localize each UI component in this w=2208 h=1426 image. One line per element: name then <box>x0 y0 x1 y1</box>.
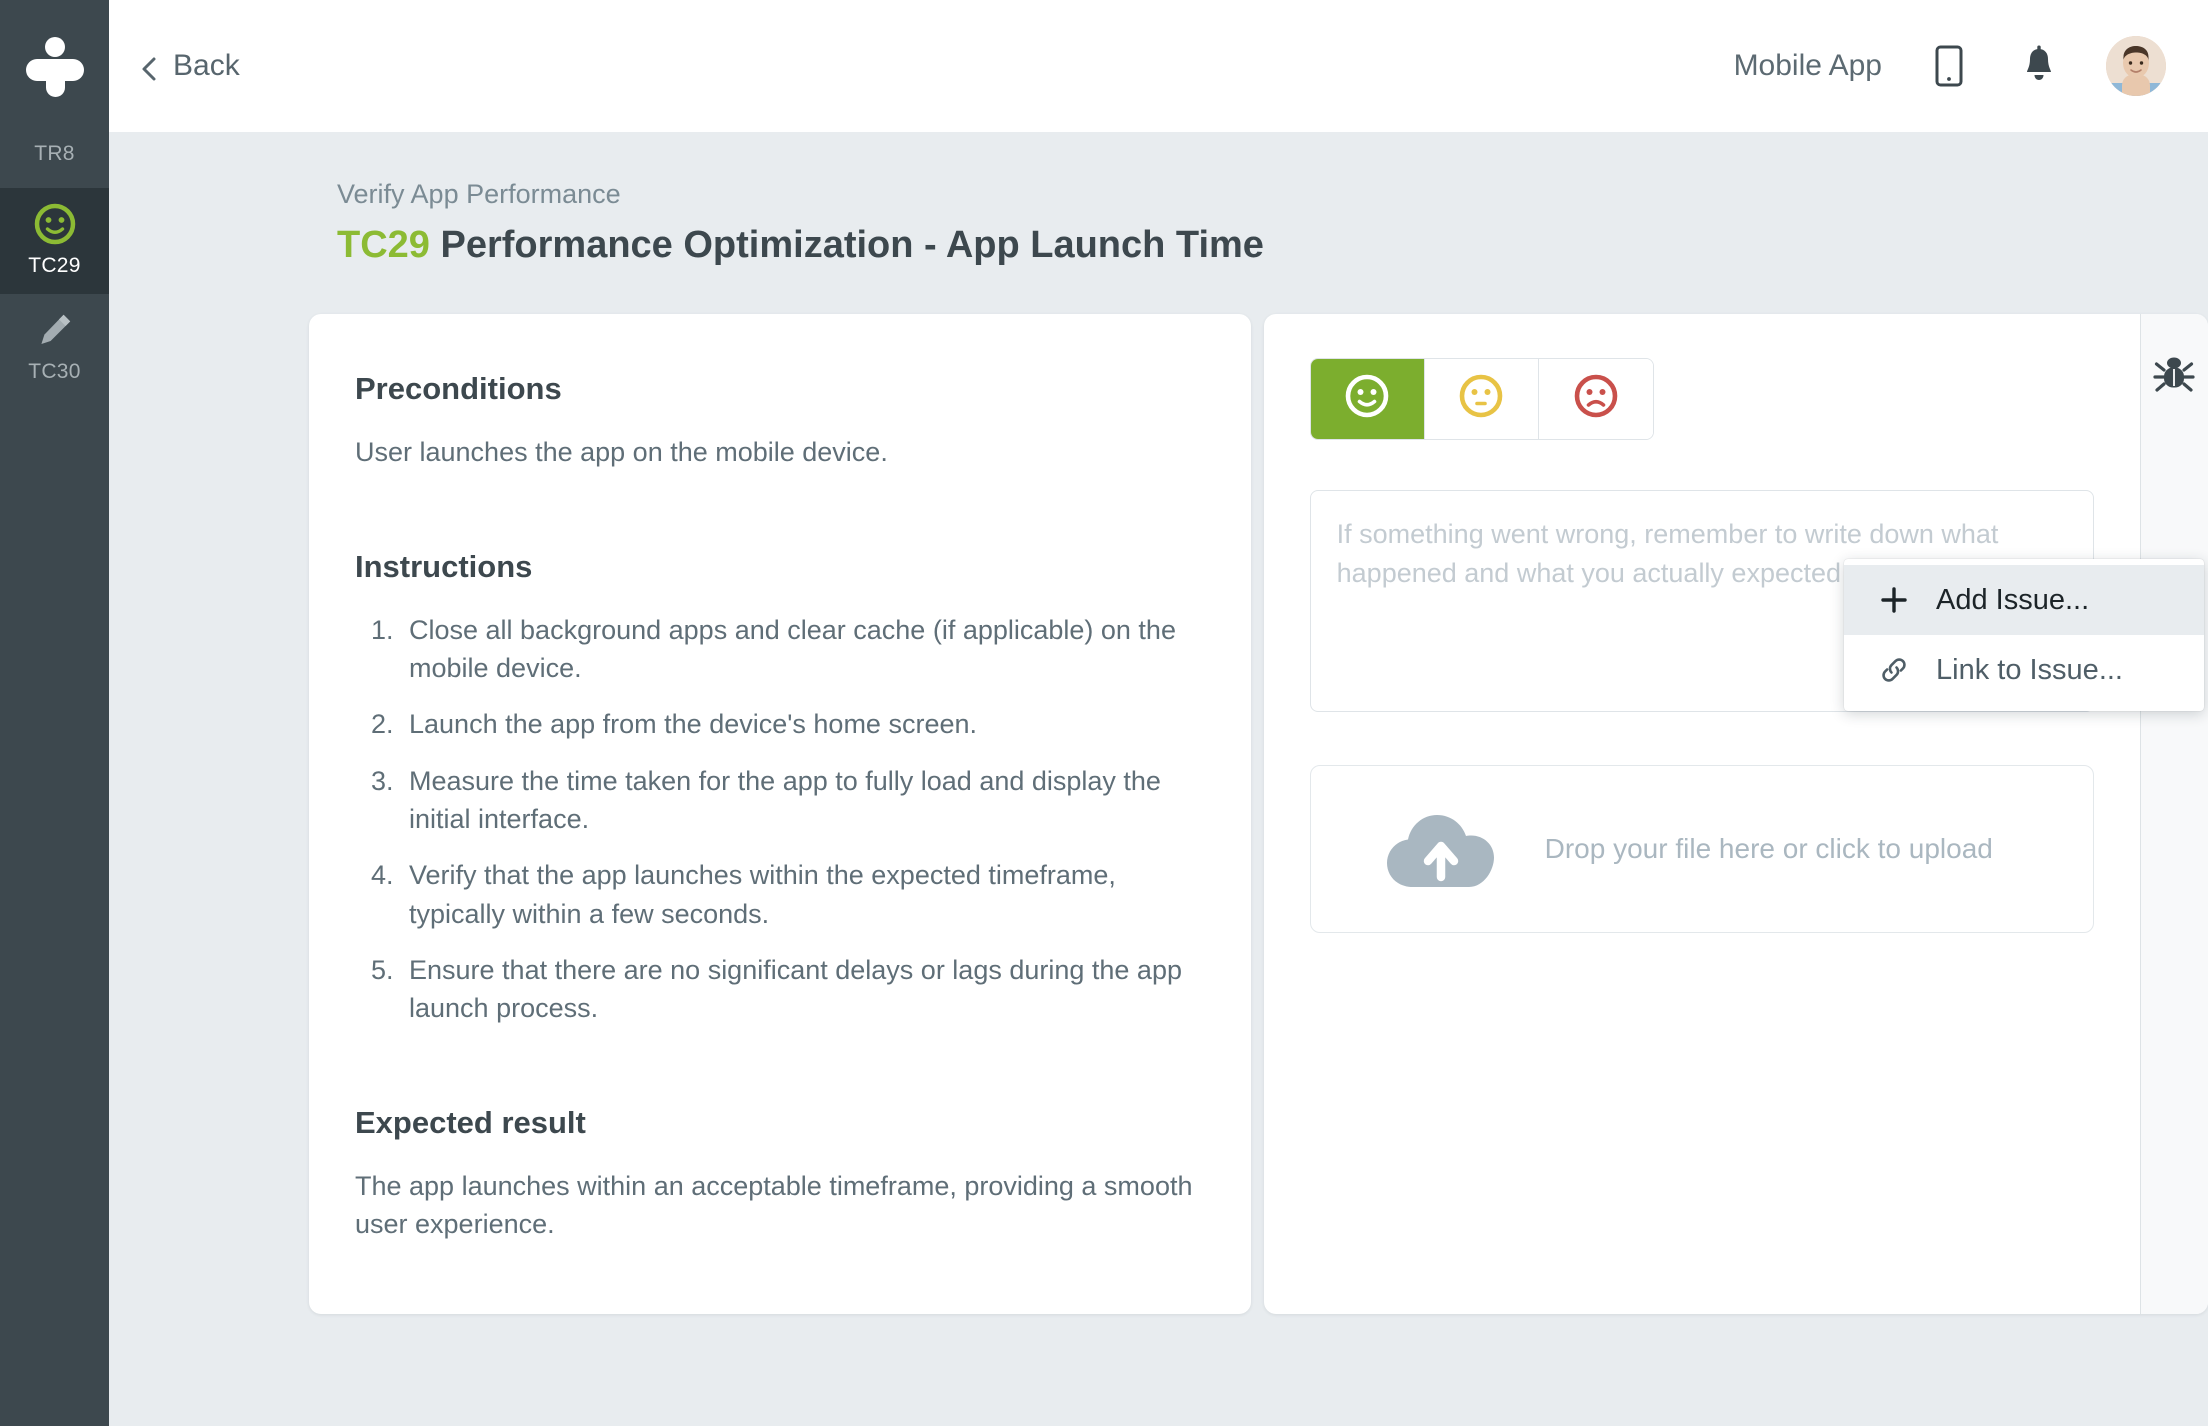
preconditions-text: User launches the app on the mobile devi… <box>355 437 888 468</box>
smiley-neutral-icon <box>1456 371 1506 426</box>
instruction-step: Verify that the app launches within the … <box>401 856 1195 933</box>
sidebar-item-tc29[interactable]: TC29 <box>0 188 109 294</box>
sidebar-item-label: TC30 <box>28 360 81 383</box>
breadcrumb[interactable]: Verify App Performance <box>337 178 2208 210</box>
expected-result-text: The app launches within an acceptable ti… <box>355 1170 1193 1240</box>
case-id: TC29 <box>337 224 430 267</box>
instruction-step: Ensure that there are no significant del… <box>401 951 1195 1028</box>
mobile-device-icon[interactable] <box>1926 43 1972 89</box>
instruction-step: Measure the time taken for the app to fu… <box>401 762 1195 839</box>
case-title: Performance Optimization - App Launch Ti… <box>440 224 1264 267</box>
project-name[interactable]: Mobile App <box>1734 49 1882 83</box>
sidebar-item-tc30[interactable]: TC30 <box>0 294 109 400</box>
link-icon <box>1878 654 1910 686</box>
smiley-icon <box>33 202 77 246</box>
test-result-card: Drop your file here or click to upload <box>1263 313 2208 1314</box>
panels: Preconditions User launches the app on t… <box>309 313 2208 1314</box>
status-blocked-button[interactable] <box>1424 358 1539 439</box>
expected-result-heading: Expected result <box>355 1104 586 1140</box>
topbar: Back Mobile App <box>109 0 2208 132</box>
status-selector <box>1309 357 1654 440</box>
back-button-label: Back <box>173 49 240 82</box>
bell-icon[interactable] <box>2016 43 2062 89</box>
sidebar: TR8 TC29 TC30 <box>0 0 109 1426</box>
menu-item-label: Link to Issue... <box>1936 653 2123 686</box>
app-logo[interactable] <box>0 0 109 132</box>
preconditions-heading: Preconditions <box>355 370 562 406</box>
sidebar-item-label: TC29 <box>28 254 81 277</box>
menu-item-add-issue[interactable]: Add Issue... <box>1844 565 2204 635</box>
avatar[interactable] <box>2106 36 2166 96</box>
topbar-actions: Mobile App <box>1734 36 2166 96</box>
result-column: Drop your file here or click to upload <box>1264 314 2140 1314</box>
app-root: TR8 TC29 TC30 Back Mobile App Verify App… <box>0 0 2208 1426</box>
test-case-detail-card: Preconditions User launches the app on t… <box>309 313 1251 1314</box>
plus-icon <box>1878 584 1910 616</box>
sidebar-item-tr8[interactable]: TR8 <box>0 132 109 188</box>
main-column: Back Mobile App Verify App Performance T… <box>109 0 2208 1426</box>
file-upload-dropzone[interactable]: Drop your file here or click to upload <box>1309 764 2094 933</box>
menu-item-label: Add Issue... <box>1936 583 2090 616</box>
pencil-icon <box>33 308 77 352</box>
smiley-sad-icon <box>1571 371 1621 426</box>
bug-icon[interactable] <box>2151 352 2197 398</box>
upload-label: Drop your file here or click to upload <box>1544 832 1993 864</box>
menu-item-link-to-issue[interactable]: Link to Issue... <box>1844 635 2204 705</box>
page-title: TC29 Performance Optimization - App Laun… <box>337 223 2208 269</box>
issue-rail <box>2139 313 2208 1314</box>
status-passed-button[interactable] <box>1310 358 1425 439</box>
sidebar-item-label: TR8 <box>34 142 75 165</box>
instructions-heading: Instructions <box>355 548 533 584</box>
instruction-step: Close all background apps and clear cach… <box>401 611 1195 688</box>
content-area: Verify App Performance TC29 Performance … <box>109 132 2208 1426</box>
issue-dropdown-menu: Add Issue... Link to Issue... <box>1844 559 2204 711</box>
instructions-list: Close all background apps and clear cach… <box>401 611 1195 1028</box>
instruction-step: Launch the app from the device's home sc… <box>401 705 1195 743</box>
status-failed-button[interactable] <box>1538 358 1653 439</box>
cloud-upload-icon <box>1383 805 1501 893</box>
smiley-happy-icon <box>1342 371 1392 426</box>
chevron-left-icon <box>139 56 159 81</box>
back-button[interactable]: Back <box>139 49 240 83</box>
testmo-logo-icon <box>25 37 84 97</box>
